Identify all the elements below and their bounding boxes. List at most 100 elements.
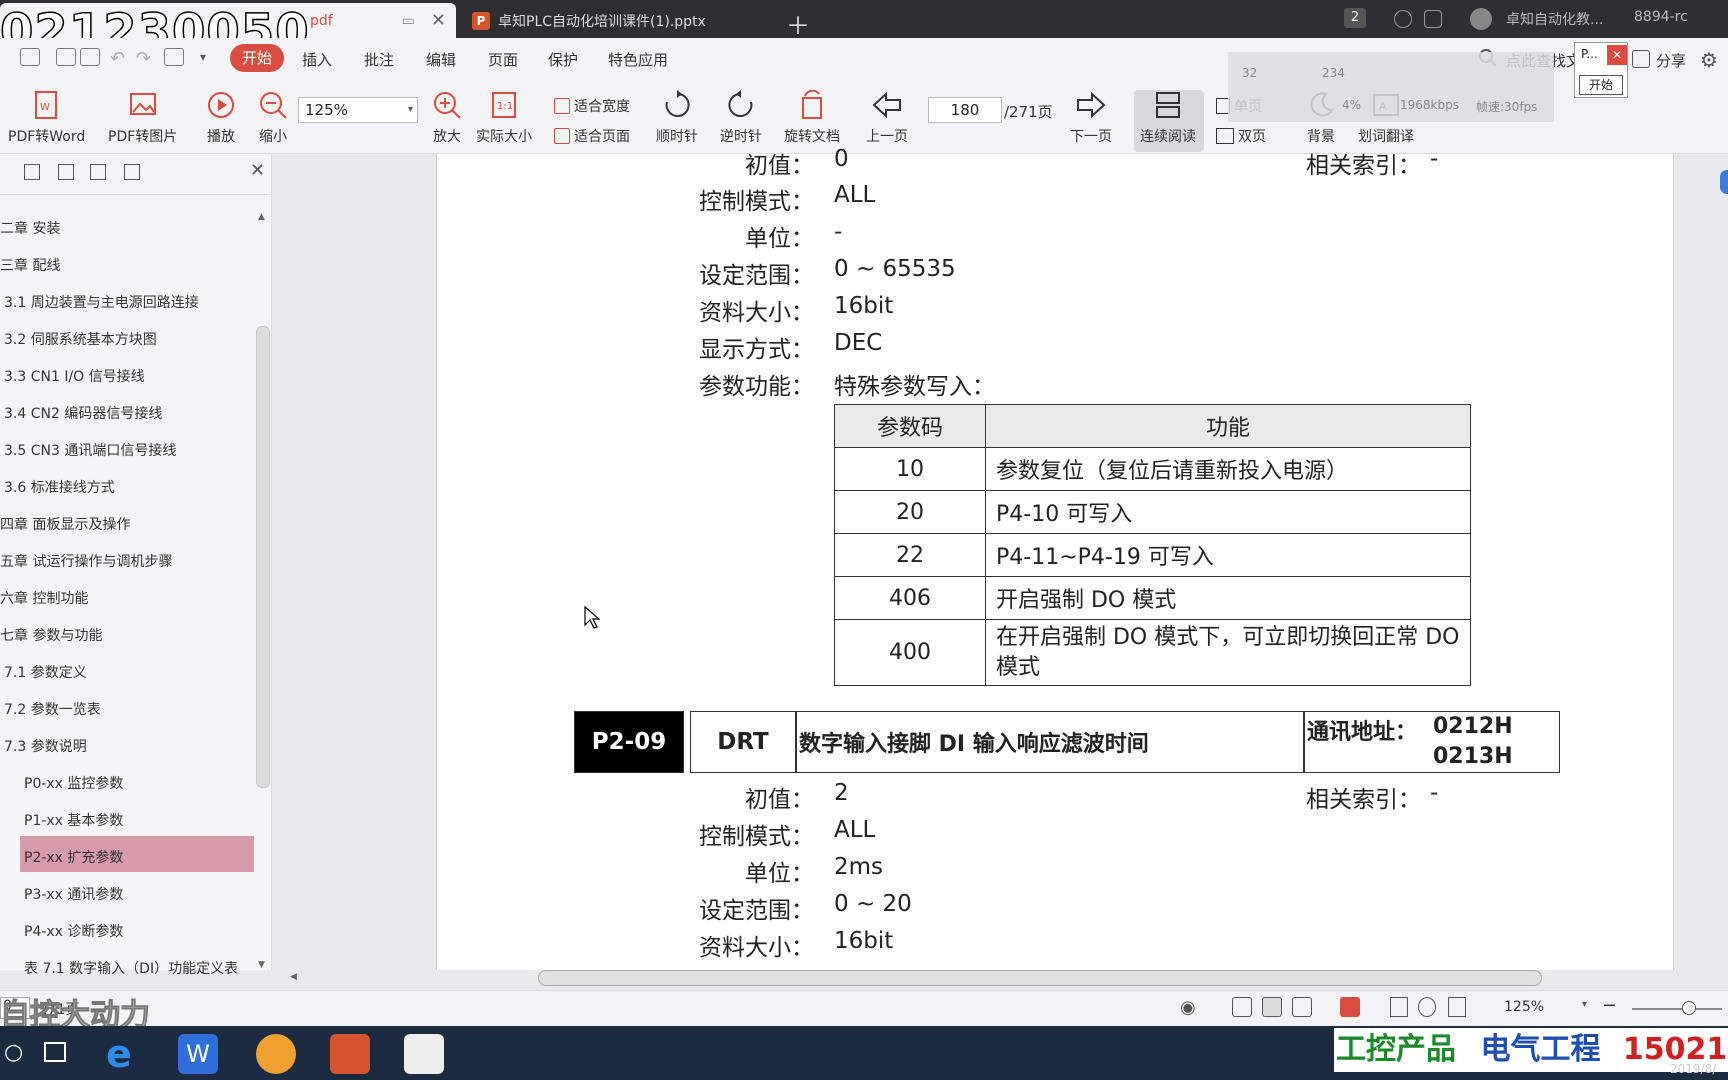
play-button[interactable]: 播放 bbox=[204, 88, 238, 146]
scroll-left-icon[interactable]: ◀ bbox=[290, 972, 297, 982]
zoom-in-button[interactable]: 放大 bbox=[430, 88, 464, 146]
chevron-down-icon[interactable]: ▾ bbox=[1582, 999, 1587, 1010]
sidebar-item-3-3[interactable]: 3.3 CN1 I/O 信号接线 bbox=[4, 366, 145, 386]
new-tab-icon[interactable]: ＋ bbox=[786, 6, 810, 41]
sidebar-item-3-5[interactable]: 3.5 CN3 通讯端口信号接线 bbox=[4, 440, 176, 460]
prev-page-label: 上一页 bbox=[866, 129, 908, 145]
sidebar-item-ch5[interactable]: 五章 试运行操作与调机步骤 bbox=[0, 551, 172, 571]
sidebar-item-ch3[interactable]: 三章 配线 bbox=[0, 255, 60, 275]
print-icon[interactable] bbox=[80, 48, 100, 66]
expand-icon[interactable] bbox=[24, 164, 40, 180]
monitor-icon[interactable]: ▭ bbox=[402, 13, 415, 29]
fit-page-button[interactable]: 适合页面 bbox=[554, 126, 630, 146]
menu-page[interactable]: 页面 bbox=[488, 49, 518, 70]
undo-icon[interactable]: ↶ bbox=[110, 48, 125, 69]
pdf-to-word-button[interactable]: W PDF转Word bbox=[8, 88, 85, 146]
screen-app-icon[interactable] bbox=[404, 1034, 444, 1074]
side-float-icon[interactable] bbox=[1720, 170, 1728, 194]
pdf-to-image-button[interactable]: PDF转图片 bbox=[108, 88, 177, 146]
double-page-button[interactable]: 双页 bbox=[1216, 126, 1266, 146]
add-bookmark-icon[interactable] bbox=[90, 164, 106, 180]
close-icon[interactable]: ✕ bbox=[1607, 45, 1627, 65]
fullscreen-icon[interactable] bbox=[1448, 997, 1466, 1017]
menu-insert[interactable]: 插入 bbox=[302, 49, 332, 70]
table-cell: P4-10 可写入 bbox=[985, 490, 1471, 534]
actual-size-icon[interactable] bbox=[1390, 997, 1408, 1017]
window-icon[interactable] bbox=[1424, 10, 1442, 28]
zoom-select[interactable]: 125% ▾ bbox=[298, 97, 418, 123]
menu-start[interactable]: 开始 bbox=[230, 44, 284, 72]
sidebar-item-3-4[interactable]: 3.4 CN2 编码器信号接线 bbox=[4, 403, 162, 423]
eye-icon[interactable]: ◉ bbox=[1180, 997, 1196, 1018]
format-icon[interactable] bbox=[164, 48, 184, 66]
chevron-down-icon[interactable]: ▾ bbox=[200, 50, 206, 64]
play-icon[interactable] bbox=[1340, 997, 1360, 1017]
sidebar-item-p3[interactable]: P3-xx 通讯参数 bbox=[24, 884, 123, 904]
sidebar-item-p0[interactable]: P0-xx 监控参数 bbox=[24, 773, 123, 793]
zoom-slider-track[interactable] bbox=[1632, 1008, 1722, 1010]
rotate-ccw-button[interactable]: 逆时针 bbox=[720, 88, 762, 146]
edge-icon[interactable]: e bbox=[106, 1034, 146, 1074]
save-icon[interactable] bbox=[56, 48, 76, 66]
collapse-icon[interactable] bbox=[58, 164, 74, 180]
window-count-badge[interactable]: 2 bbox=[1344, 8, 1366, 28]
table-header-row: 参数码 功能 bbox=[834, 404, 1471, 448]
open-icon[interactable] bbox=[20, 48, 40, 66]
close-icon[interactable]: ✕ bbox=[431, 10, 446, 31]
bookmark-icon[interactable] bbox=[124, 164, 140, 180]
sidebar-item-3-1[interactable]: 3.1 周边装置与主电源回路连接 bbox=[4, 292, 199, 312]
sidebar-item-table-7-1[interactable]: 表 7.1 数字输入（DI）功能定义表 bbox=[24, 958, 238, 978]
sidebar-item-p2[interactable]: P2-xx 扩充参数 bbox=[24, 847, 123, 867]
single-view-icon[interactable] bbox=[1262, 997, 1282, 1017]
fit-icon[interactable] bbox=[1418, 997, 1436, 1017]
share-button[interactable]: 分享 bbox=[1656, 50, 1686, 71]
double-view-icon[interactable] bbox=[1292, 997, 1312, 1017]
sidebar-item-ch4[interactable]: 四章 面板显示及操作 bbox=[0, 514, 130, 534]
avatar[interactable] bbox=[1470, 8, 1492, 30]
minus-icon[interactable]: − bbox=[1602, 995, 1617, 1016]
sidebar-item-7-2[interactable]: 7.2 参数一览表 bbox=[4, 699, 101, 719]
zoom-out-button[interactable]: 缩小 bbox=[256, 88, 290, 146]
search-icon[interactable]: ○ bbox=[4, 1040, 23, 1065]
menu-edit[interactable]: 编辑 bbox=[426, 49, 456, 70]
sidebar-scrollbar[interactable] bbox=[256, 326, 270, 788]
prev-page-button[interactable]: 上一页 bbox=[866, 88, 908, 146]
close-icon[interactable]: ✕ bbox=[250, 160, 265, 181]
zoom-slider-thumb[interactable] bbox=[1682, 1001, 1696, 1015]
scroll-up-icon[interactable]: ▲ bbox=[258, 212, 265, 222]
task-view-icon[interactable] bbox=[44, 1042, 66, 1062]
horizontal-scrollbar[interactable] bbox=[538, 970, 1542, 986]
continuous-read-button[interactable]: 连续阅读 bbox=[1140, 88, 1196, 146]
wps-icon[interactable]: W bbox=[178, 1034, 218, 1074]
rotate-doc-button[interactable]: 旋转文档 bbox=[784, 88, 840, 146]
continuous-view-icon[interactable] bbox=[1232, 997, 1252, 1017]
next-page-button[interactable]: 下一页 bbox=[1070, 88, 1112, 146]
history-icon[interactable] bbox=[1394, 10, 1412, 28]
sidebar-item-ch6[interactable]: 六章 控制功能 bbox=[0, 588, 88, 608]
browser-icon[interactable] bbox=[256, 1034, 296, 1074]
rotate-cw-button[interactable]: 顺时针 bbox=[656, 88, 698, 146]
redo-icon[interactable]: ↷ bbox=[136, 48, 151, 69]
page-input[interactable]: 180 bbox=[928, 97, 1002, 123]
scroll-down-icon[interactable]: ▼ bbox=[258, 960, 265, 970]
stream-start-button[interactable]: 开始 bbox=[1579, 75, 1623, 95]
menu-special[interactable]: 特色应用 bbox=[608, 49, 668, 70]
ppt-app-icon[interactable] bbox=[330, 1034, 370, 1074]
status-zoom[interactable]: 125% bbox=[1504, 999, 1544, 1015]
share-icon[interactable] bbox=[1632, 50, 1650, 68]
sidebar-item-ch7[interactable]: 七章 参数与功能 bbox=[0, 625, 102, 645]
menu-protect[interactable]: 保护 bbox=[548, 49, 578, 70]
sidebar-item-3-2[interactable]: 3.2 伺服系统基本方块图 bbox=[4, 329, 157, 349]
sidebar-item-p4[interactable]: P4-xx 诊断参数 bbox=[24, 921, 123, 941]
gear-icon[interactable]: ⚙ bbox=[1700, 48, 1718, 72]
tab-pptx[interactable]: P 卓知PLC自动化培训课件(1).pptx bbox=[462, 3, 768, 38]
sidebar-item-p1[interactable]: P1-xx 基本参数 bbox=[24, 810, 123, 830]
sidebar-item-ch2[interactable]: 二章 安装 bbox=[0, 218, 60, 238]
sidebar-item-3-6[interactable]: 3.6 标准接线方式 bbox=[4, 477, 115, 497]
actual-size-button[interactable]: 1:1 实际大小 bbox=[476, 88, 532, 146]
fit-width-button[interactable]: 适合宽度 bbox=[554, 96, 630, 116]
user-name[interactable]: 卓知自动化教... bbox=[1506, 9, 1603, 29]
sidebar-item-7-1[interactable]: 7.1 参数定义 bbox=[4, 662, 87, 682]
menu-annotate[interactable]: 批注 bbox=[364, 49, 394, 70]
sidebar-item-7-3[interactable]: 7.3 参数说明 bbox=[4, 736, 87, 756]
